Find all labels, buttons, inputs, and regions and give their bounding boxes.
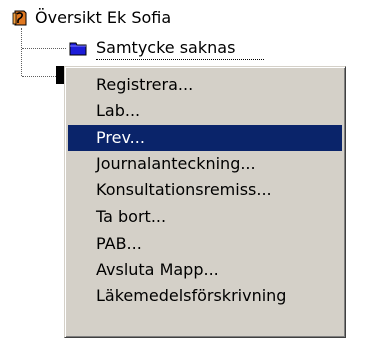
- menu-item-avsluta-mapp[interactable]: Avsluta Mapp...: [68, 257, 342, 283]
- menu-item-registrera[interactable]: Registrera...: [68, 72, 342, 98]
- context-menu: Registrera... Lab... Prev... Journalante…: [64, 66, 346, 338]
- tree-connector: [22, 76, 60, 77]
- menu-item-lab[interactable]: Lab...: [68, 98, 342, 124]
- tree-node-label: Översikt Ek Sofia: [35, 8, 172, 27]
- folder-icon: [56, 66, 64, 84]
- patient-record-icon: [12, 10, 27, 26]
- tree-node-samtycke-saknas[interactable]: Samtycke saknas: [0, 36, 270, 60]
- menu-item-konsultationsremiss[interactable]: Konsultationsremiss...: [68, 177, 342, 203]
- menu-item-pab[interactable]: PAB...: [68, 231, 342, 257]
- focus-underline: [96, 59, 264, 60]
- menu-item-ta-bort[interactable]: Ta bort...: [68, 204, 342, 230]
- menu-item-lakemedelsforskrivning[interactable]: Läkemedelsförskrivning: [68, 283, 342, 309]
- folder-icon: [69, 42, 87, 56]
- menu-item-prev[interactable]: Prev...: [68, 125, 342, 151]
- tree-node-root[interactable]: Översikt Ek Sofia: [0, 6, 260, 30]
- tree-view-window: Översikt Ek Sofia Samtycke saknas Regist…: [0, 0, 372, 339]
- menu-item-journalanteckning[interactable]: Journalanteckning...: [68, 151, 342, 177]
- tree-node-label: Samtycke saknas: [96, 38, 236, 57]
